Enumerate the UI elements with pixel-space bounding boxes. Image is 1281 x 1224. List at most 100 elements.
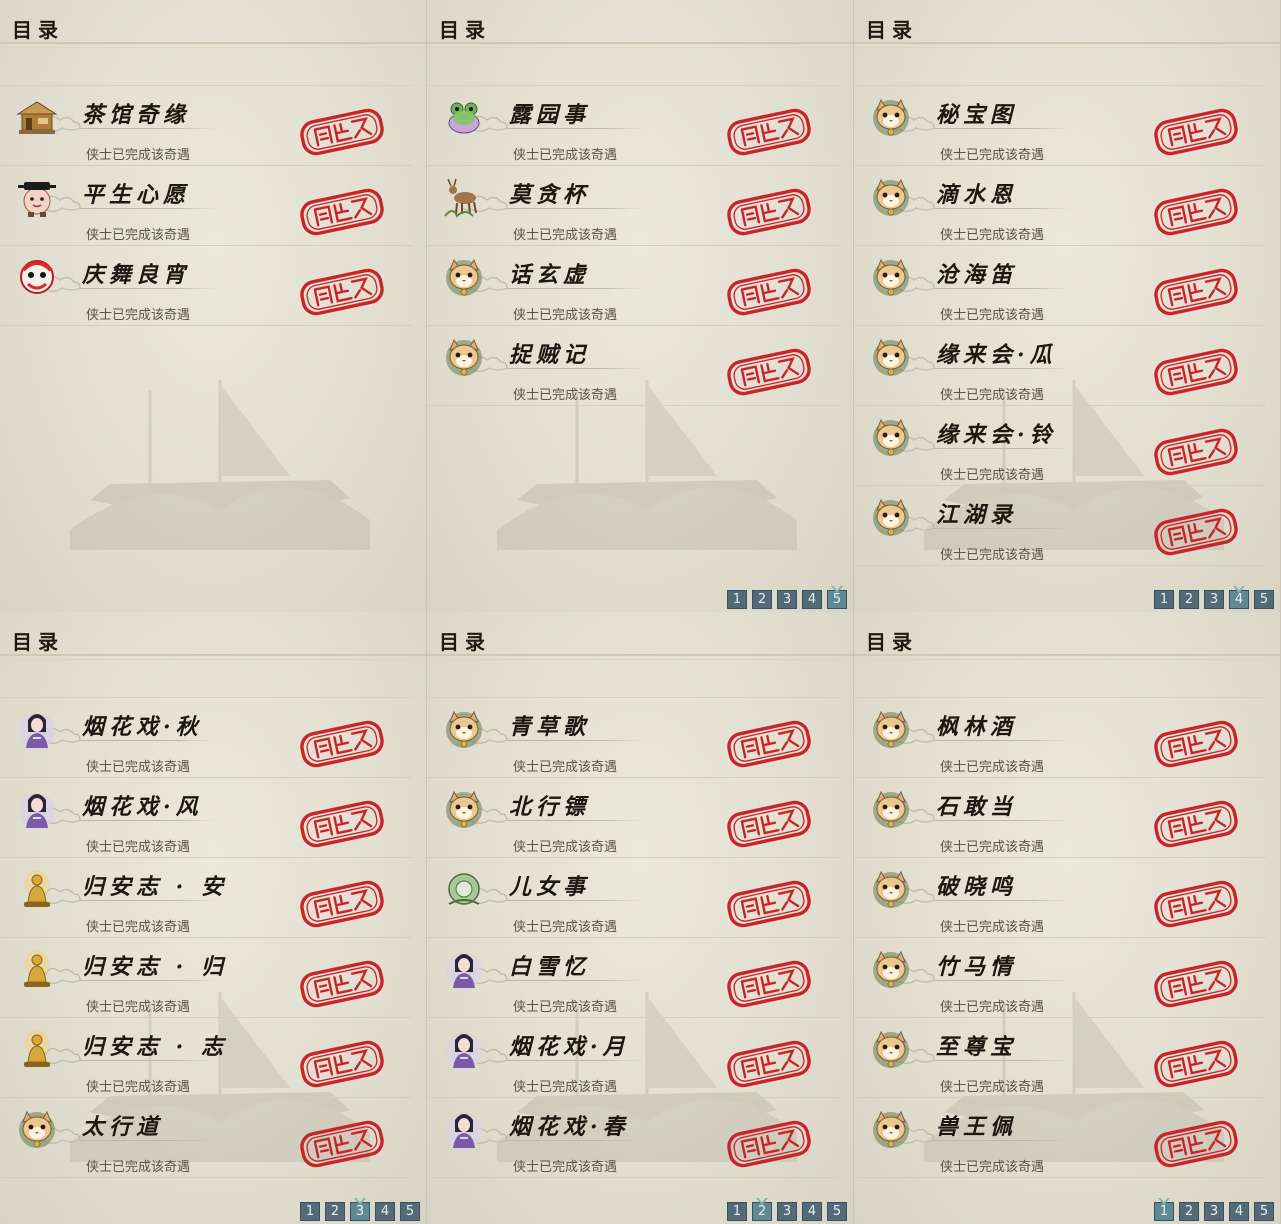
page-button-current[interactable]: 5 <box>827 590 847 609</box>
entry-icon-frame <box>441 1028 508 1070</box>
deer-icon <box>443 176 485 218</box>
page-button[interactable]: 3 <box>1204 590 1224 609</box>
entry-status: 侠士已完成该奇遇 <box>86 308 191 323</box>
adventure-entry[interactable]: 莫贪杯 侠士已完成该奇遇 <box>427 166 839 246</box>
divider <box>80 820 216 821</box>
adventure-entry[interactable]: 缘来会·瓜 侠士已完成该奇遇 <box>854 326 1266 406</box>
entry-icon-frame <box>14 1108 81 1150</box>
adventure-entry[interactable]: 茶馆奇缘 侠士已完成该奇遇 <box>0 86 412 166</box>
page-button-current[interactable]: 1 <box>1154 1202 1174 1221</box>
completed-stamp-icon <box>723 1038 815 1090</box>
entry-status: 侠士已完成该奇遇 <box>940 228 1045 243</box>
page-button[interactable]: 3 <box>777 590 797 609</box>
panel-header: 目录 <box>854 0 1280 48</box>
entry-status: 侠士已完成该奇遇 <box>513 920 618 935</box>
adventure-entry[interactable]: 青草歌 侠士已完成该奇遇 <box>427 698 839 778</box>
adventure-entry[interactable]: 破晓鸣 侠士已完成该奇遇 <box>854 858 1266 938</box>
page-button[interactable]: 2 <box>1179 590 1199 609</box>
panel-title: 目录 <box>12 18 64 42</box>
page-button[interactable]: 4 <box>802 1202 822 1221</box>
page-button[interactable]: 5 <box>1254 590 1274 609</box>
completed-stamp-icon <box>1150 958 1242 1010</box>
adventure-entry[interactable]: 滴水恩 侠士已完成该奇遇 <box>854 166 1266 246</box>
cat-icon <box>16 1108 58 1150</box>
adventure-entry[interactable]: 缘来会·铃 侠士已完成该奇遇 <box>854 406 1266 486</box>
page-button[interactable]: 2 <box>752 590 772 609</box>
catalog-panel: 目录 秘宝图 侠士已完成该奇遇 滴水恩 侠士已完成该奇遇 沧海笛 侠士已完成该奇… <box>854 0 1281 612</box>
completed-stamp-icon <box>296 186 388 238</box>
teahouse-icon <box>16 96 58 138</box>
page-button[interactable]: 2 <box>1179 1202 1199 1221</box>
entry-status: 侠士已完成该奇遇 <box>513 388 618 403</box>
page-button[interactable]: 1 <box>727 590 747 609</box>
adventure-entry[interactable]: 秘宝图 侠士已完成该奇遇 <box>854 86 1266 166</box>
adventure-entry[interactable]: 话玄虚 侠士已完成该奇遇 <box>427 246 839 326</box>
divider <box>934 740 1070 741</box>
completed-stamp-icon <box>296 958 388 1010</box>
page-button[interactable]: 4 <box>802 590 822 609</box>
divider <box>507 368 643 369</box>
entry-status: 侠士已完成该奇遇 <box>86 920 191 935</box>
entry-icon-frame <box>868 336 935 378</box>
entry-icon-frame <box>14 868 81 910</box>
adventure-entry[interactable]: 烟花戏·秋 侠士已完成该奇遇 <box>0 698 412 778</box>
entry-name: 石敢当 <box>936 794 1018 820</box>
page-button[interactable]: 1 <box>300 1202 320 1221</box>
page-button-current[interactable]: 2 <box>752 1202 772 1221</box>
page-button-current[interactable]: 3 <box>350 1202 370 1221</box>
entry-status: 侠士已完成该奇遇 <box>940 468 1045 483</box>
adventure-entry[interactable]: 江湖录 侠士已完成该奇遇 <box>854 486 1266 566</box>
divider <box>507 288 643 289</box>
page-button[interactable]: 3 <box>1204 1202 1224 1221</box>
page-button[interactable]: 2 <box>325 1202 345 1221</box>
adventure-entry[interactable]: 太行道 侠士已完成该奇遇 <box>0 1098 412 1178</box>
page-button[interactable]: 3 <box>777 1202 797 1221</box>
adventure-entry[interactable]: 兽王佩 侠士已完成该奇遇 <box>854 1098 1266 1178</box>
panel-header: 目录 <box>427 612 853 660</box>
divider <box>80 740 216 741</box>
adventure-entry[interactable]: 归安志 · 安 侠士已完成该奇遇 <box>0 858 412 938</box>
divider <box>80 900 216 901</box>
entry-status: 侠士已完成该奇遇 <box>940 1080 1045 1095</box>
page-button[interactable]: 5 <box>827 1202 847 1221</box>
page-button[interactable]: 1 <box>1154 590 1174 609</box>
page-button[interactable]: 5 <box>1254 1202 1274 1221</box>
entry-list: 秘宝图 侠士已完成该奇遇 滴水恩 侠士已完成该奇遇 沧海笛 侠士已完成该奇遇 缘… <box>854 86 1266 566</box>
adventure-entry[interactable]: 沧海笛 侠士已完成该奇遇 <box>854 246 1266 326</box>
adventure-entry[interactable]: 烟花戏·春 侠士已完成该奇遇 <box>427 1098 839 1178</box>
adventure-entry[interactable]: 烟花戏·月 侠士已完成该奇遇 <box>427 1018 839 1098</box>
entry-status: 侠士已完成该奇遇 <box>513 760 618 775</box>
entry-name: 滴水恩 <box>936 182 1018 208</box>
page-button[interactable]: 1 <box>727 1202 747 1221</box>
divider <box>934 820 1070 821</box>
cat-icon <box>443 256 485 298</box>
adventure-entry[interactable]: 竹马情 侠士已完成该奇遇 <box>854 938 1266 1018</box>
lion-dance-icon <box>16 256 58 298</box>
entry-status: 侠士已完成该奇遇 <box>940 388 1045 403</box>
adventure-entry[interactable]: 北行镖 侠士已完成该奇遇 <box>427 778 839 858</box>
adventure-entry[interactable]: 至尊宝 侠士已完成该奇遇 <box>854 1018 1266 1098</box>
adventure-entry[interactable]: 儿女事 侠士已完成该奇遇 <box>427 858 839 938</box>
adventure-entry[interactable]: 烟花戏·风 侠士已完成该奇遇 <box>0 778 412 858</box>
adventure-entry[interactable]: 捉贼记 侠士已完成该奇遇 <box>427 326 839 406</box>
panel-title: 目录 <box>439 630 491 654</box>
page-button[interactable]: 4 <box>1229 1202 1249 1221</box>
page-button[interactable]: 5 <box>400 1202 420 1221</box>
adventure-entry[interactable]: 归安志 · 志 侠士已完成该奇遇 <box>0 1018 412 1098</box>
entry-icon-frame <box>868 416 935 458</box>
page-button[interactable]: 4 <box>375 1202 395 1221</box>
buddha-icon <box>16 1028 58 1070</box>
catalog-panel: 目录 露园事 侠士已完成该奇遇 莫贪杯 侠士已完成该奇遇 话玄虚 侠士已完成该奇… <box>427 0 854 612</box>
page-button-current[interactable]: 4 <box>1229 590 1249 609</box>
adventure-entry[interactable]: 石敢当 侠士已完成该奇遇 <box>854 778 1266 858</box>
adventure-entry[interactable]: 枫林酒 侠士已完成该奇遇 <box>854 698 1266 778</box>
entry-name: 枫林酒 <box>936 714 1018 740</box>
adventure-entry[interactable]: 平生心愿 侠士已完成该奇遇 <box>0 166 412 246</box>
cat-icon <box>870 1028 912 1070</box>
entry-status: 侠士已完成该奇遇 <box>513 308 618 323</box>
adventure-entry[interactable]: 露园事 侠士已完成该奇遇 <box>427 86 839 166</box>
adventure-entry[interactable]: 归安志 · 归 侠士已完成该奇遇 <box>0 938 412 1018</box>
adventure-entry[interactable]: 庆舞良宵 侠士已完成该奇遇 <box>0 246 412 326</box>
adventure-entry[interactable]: 白雪忆 侠士已完成该奇遇 <box>427 938 839 1018</box>
entry-icon-frame <box>868 948 935 990</box>
